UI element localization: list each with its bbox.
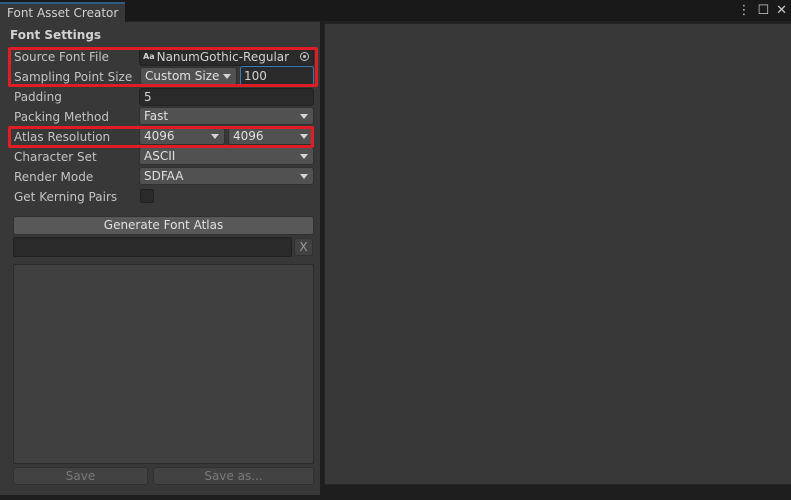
chevron-down-icon: [300, 114, 308, 119]
kerning-pairs-checkbox[interactable]: [140, 189, 154, 203]
packing-method-label: Packing Method: [14, 110, 109, 124]
clear-button[interactable]: X: [294, 238, 313, 256]
render-mode-label: Render Mode: [14, 170, 94, 184]
padding-input[interactable]: 5: [139, 88, 314, 106]
more-options-icon[interactable]: ⋮: [737, 3, 750, 19]
highlight-box-font-source: [8, 47, 318, 87]
character-set-dropdown[interactable]: ASCII: [139, 147, 314, 165]
kerning-pairs-label: Get Kerning Pairs: [14, 190, 118, 204]
character-set-label: Character Set: [14, 150, 97, 164]
output-log-area[interactable]: [13, 264, 314, 464]
bottom-strip: [0, 495, 791, 500]
save-as-button[interactable]: Save as...: [153, 467, 314, 485]
highlight-box-atlas-resolution: [8, 126, 314, 148]
window-tab-bar: Font Asset Creator ⋮ ☐ ✕: [0, 0, 791, 22]
character-set-value: ASCII: [144, 149, 176, 163]
render-mode-value: SDFAA: [144, 169, 184, 183]
padding-label: Padding: [14, 90, 62, 104]
close-icon[interactable]: ✕: [776, 3, 787, 19]
section-title-font-settings: Font Settings: [10, 28, 102, 42]
render-mode-dropdown[interactable]: SDFAA: [139, 167, 314, 185]
save-button[interactable]: Save: [13, 467, 148, 485]
packing-method-value: Fast: [144, 109, 169, 123]
chevron-down-icon: [300, 174, 308, 179]
generate-font-atlas-button[interactable]: Generate Font Atlas: [13, 216, 314, 235]
window-controls: ⋮ ☐ ✕: [737, 3, 787, 19]
chevron-down-icon: [300, 154, 308, 159]
packing-method-dropdown[interactable]: Fast: [139, 107, 314, 125]
tab-font-asset-creator[interactable]: Font Asset Creator: [0, 2, 125, 22]
output-search-field[interactable]: [13, 237, 292, 257]
maximize-icon[interactable]: ☐: [757, 3, 769, 19]
atlas-preview-panel: [324, 23, 791, 485]
